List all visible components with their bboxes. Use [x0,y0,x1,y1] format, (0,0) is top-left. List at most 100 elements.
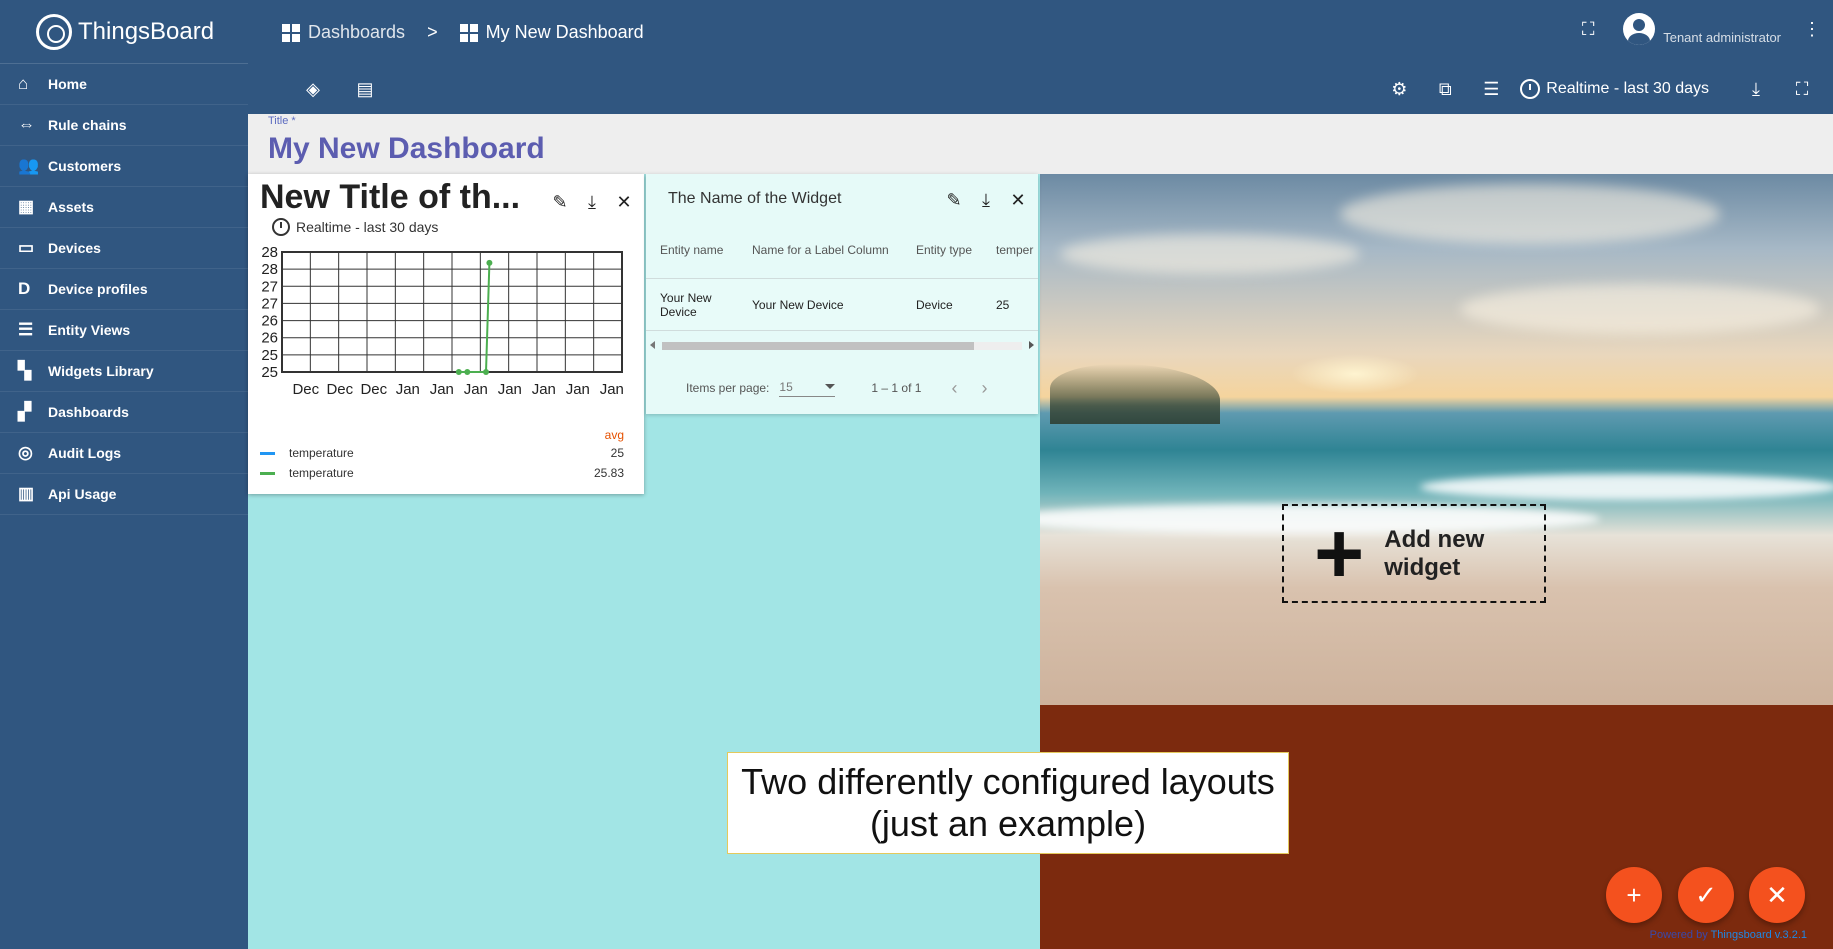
api-usage-icon: ▥ [18,484,35,503]
scroll-left-arrow-icon[interactable] [650,341,655,349]
sidebar-item-rule-chains[interactable]: ⇔ Rule chains [0,105,248,146]
layouts-icon[interactable]: ▤ [348,72,382,106]
column-header[interactable]: Entity name [646,243,744,257]
sidebar-item-label: Audit Logs [48,445,122,461]
table-row[interactable]: Your New Device Your New Device Device 2… [646,279,1038,331]
data-point [464,369,471,375]
logo[interactable]: ThingsBoard [0,0,248,64]
chart-plot: 2828272726262525Dec25Dec28Dec31Jan03Jan0… [261,244,624,404]
app-name: ThingsBoard [78,17,215,45]
breadcrumb: Dashboards > My New Dashboard [282,22,644,43]
sidebar-nav: ⌂ Home ⇔ Rule chains 👥 Customers ▦ Assets ▭ Devic… [0,64,248,515]
annotation-note: Two differently configured layouts (just… [727,752,1289,854]
data-point [486,259,493,266]
sidebar-item-home[interactable]: ⌂ Home [0,64,248,105]
sidebar-item-entity-views[interactable]: ☰ Entity Views [0,310,248,351]
add-new-widget-button[interactable]: + Add new widget [1282,504,1546,603]
legend-swatch [260,451,275,455]
paginator: Items per page: 15 1 – 1 of 1 ‹ › [646,370,1038,406]
y-tick-label: 25 [261,347,278,364]
dashboards-icon [282,23,300,42]
cancel-fab-button[interactable]: ✕ [1749,867,1805,923]
dashboard-title-input[interactable]: My New Dashboard [268,132,545,166]
sidebar-item-audit-logs[interactable]: ◎ Audit Logs [0,433,248,474]
rule-chains-icon: ⇔ [18,115,35,134]
chart-widget-actions: ✎ ⤓ ✕ [548,190,636,214]
fullscreen-icon[interactable]: ⛶ [1571,12,1605,46]
download-icon[interactable]: ⤓ [1739,72,1773,106]
x-tick-label: Dec [360,381,387,398]
device-profiles-icon: D [18,279,31,298]
entities-table: Entity name Name for a Label Column Enti… [646,221,1038,331]
edit-pencil-icon[interactable]: ✎ [548,190,572,214]
column-header[interactable]: Name for a Label Column [744,243,908,257]
legend-item[interactable]: temperature 25.83 [260,466,632,480]
x-tick-label: Jan [498,381,522,398]
time-window-label: Realtime - last 30 days [1546,80,1709,97]
next-page-icon[interactable]: › [981,378,987,399]
scroll-right-arrow-icon[interactable] [1029,341,1034,349]
sidebar-item-customers[interactable]: 👥 Customers [0,146,248,187]
x-tick-label: 18 [569,401,586,404]
sidebar-item-label: Entity Views [48,322,131,338]
horizontal-scrollbar[interactable] [650,338,1034,352]
sidebar-item-dashboards[interactable]: ▞ Dashboards [0,392,248,433]
settings-gear-icon[interactable]: ⚙ [1382,72,1416,106]
layers-icon[interactable]: ◈ [296,72,330,106]
download-icon[interactable]: ⤓ [974,188,998,212]
y-tick-label: 26 [261,330,278,347]
y-tick-label: 27 [261,295,278,312]
table-cell: Your New Device [752,297,844,312]
customers-icon: 👥 [18,156,40,175]
column-header[interactable]: Entity type [908,243,988,257]
items-per-page-select[interactable]: 15 [779,379,836,397]
close-icon[interactable]: ✕ [612,190,636,214]
timeseries-chart-widget[interactable]: New Title of th... ✎ ⤓ ✕ Realtime - last… [248,174,644,494]
x-tick-label: 09 [467,401,484,404]
clock-icon [272,218,290,236]
legend-series-name: temperature [289,466,354,480]
entities-table-widget[interactable]: The Name of the Widget ✎ ⤓ ✕ Entity name… [646,174,1038,414]
version-link[interactable]: Thingsboard v.3.2.1 [1711,929,1807,941]
breadcrumb-current: My New Dashboard [485,22,644,42]
y-tick-label: 26 [261,313,278,330]
y-tick-label: 28 [261,244,278,261]
add-fab-button[interactable]: + [1606,867,1662,923]
top-toolbar: Dashboards > My New Dashboard ⛶ Tenant a… [248,0,1833,114]
x-tick-label: Jan [566,381,590,398]
download-icon[interactable]: ⤓ [580,190,604,214]
scrollbar-thumb[interactable] [662,342,974,350]
sidebar-item-label: Dashboards [48,404,129,420]
y-tick-label: 25 [261,364,278,381]
filters-icon[interactable]: ☰ [1474,72,1508,106]
user-area: ⛶ Tenant administrator ⋮ [1571,12,1833,46]
sidebar-item-assets[interactable]: ▦ Assets [0,187,248,228]
x-tick-label: 15 [535,401,552,404]
items-per-page-value: 15 [779,379,793,394]
legend-item[interactable]: temperature 25 [260,446,632,460]
time-window-button[interactable]: Realtime - last 30 days [1520,79,1709,99]
user-avatar-icon[interactable] [1623,13,1656,45]
sidebar-item-devices[interactable]: ▭ Devices [0,228,248,269]
apply-fab-button[interactable]: ✓ [1678,867,1734,923]
breadcrumb-dashboards[interactable]: Dashboards [308,22,405,43]
more-menu-icon[interactable]: ⋮ [1795,12,1829,46]
sidebar-item-device-profiles[interactable]: D Device profiles [0,269,248,310]
entity-aliases-icon[interactable]: ⧉ [1428,72,1462,106]
sidebar-item-widgets-library[interactable]: ▚ Widgets Library [0,351,248,392]
column-header[interactable]: temper [988,243,1038,257]
expand-fullscreen-icon[interactable]: ⛶ [1785,72,1819,106]
home-icon: ⌂ [18,74,29,93]
sidebar-item-label: Customers [48,158,122,174]
close-icon[interactable]: ✕ [1006,188,1030,212]
plus-icon: + [1314,505,1365,602]
previous-page-icon[interactable]: ‹ [951,378,957,399]
sidebar-item-api-usage[interactable]: ▥ Api Usage [0,474,248,515]
sidebar-item-label: Widgets Library [48,363,154,379]
edit-pencil-icon[interactable]: ✎ [942,188,966,212]
entity-views-icon: ☰ [18,320,34,339]
x-tick-label: Jan [600,381,624,398]
table-widget-title: The Name of the Widget [668,190,842,207]
x-tick-label: Dec [326,381,353,398]
chart-time-window[interactable]: Realtime - last 30 days [272,218,438,236]
